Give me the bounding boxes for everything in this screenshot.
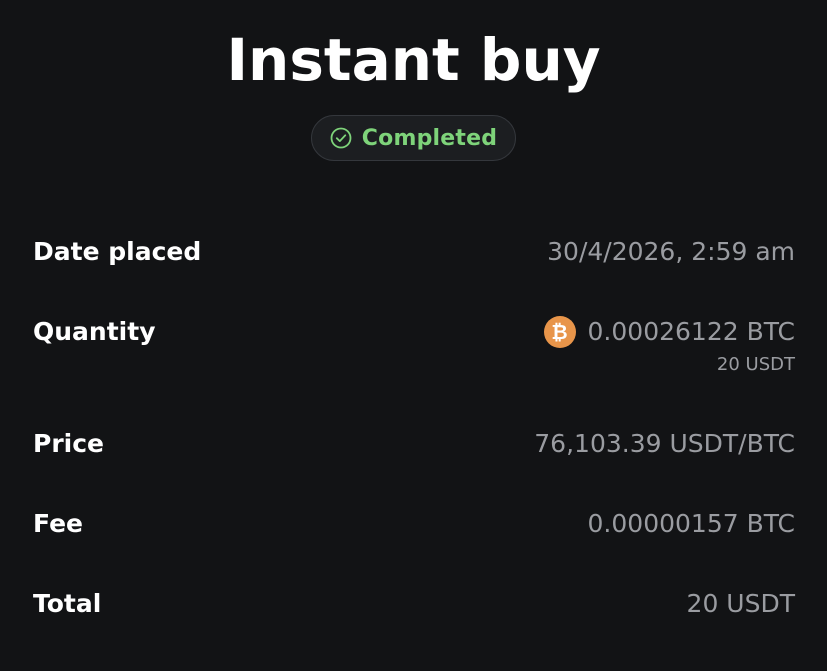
date-placed-value: 30/4/2026, 2:59 am — [547, 237, 795, 266]
quantity-row: Quantity ₿ 0.00026122 BTC 20 USDT — [33, 316, 795, 376]
status-badge: Completed — [310, 115, 517, 161]
total-value: 20 USDT — [686, 589, 795, 618]
price-value: 76,103.39 USDT/BTC — [534, 429, 795, 458]
quantity-label: Quantity — [33, 317, 156, 346]
bitcoin-icon: ₿ — [543, 316, 576, 348]
date-placed-label: Date placed — [33, 237, 202, 266]
date-placed-row: Date placed 30/4/2026, 2:59 am — [33, 236, 795, 268]
price-row: Price 76,103.39 USDT/BTC — [33, 428, 795, 460]
quantity-value-group: ₿ 0.00026122 BTC 20 USDT — [543, 316, 795, 376]
check-circle-icon — [330, 127, 352, 149]
fee-value: 0.00000157 BTC — [587, 509, 795, 538]
page-title: Instant buy — [226, 26, 601, 94]
total-label: Total — [33, 589, 102, 618]
quantity-value-line: ₿ 0.00026122 BTC — [543, 316, 795, 348]
fee-row: Fee 0.00000157 BTC — [33, 508, 795, 540]
status-container: Completed — [0, 115, 827, 161]
quantity-value: 0.00026122 BTC — [587, 317, 795, 346]
quantity-usdt-value: 20 USDT — [716, 354, 795, 375]
status-label: Completed — [361, 125, 498, 151]
total-row: Total 20 USDT — [33, 588, 795, 620]
fee-label: Fee — [33, 509, 83, 538]
price-label: Price — [33, 429, 104, 458]
